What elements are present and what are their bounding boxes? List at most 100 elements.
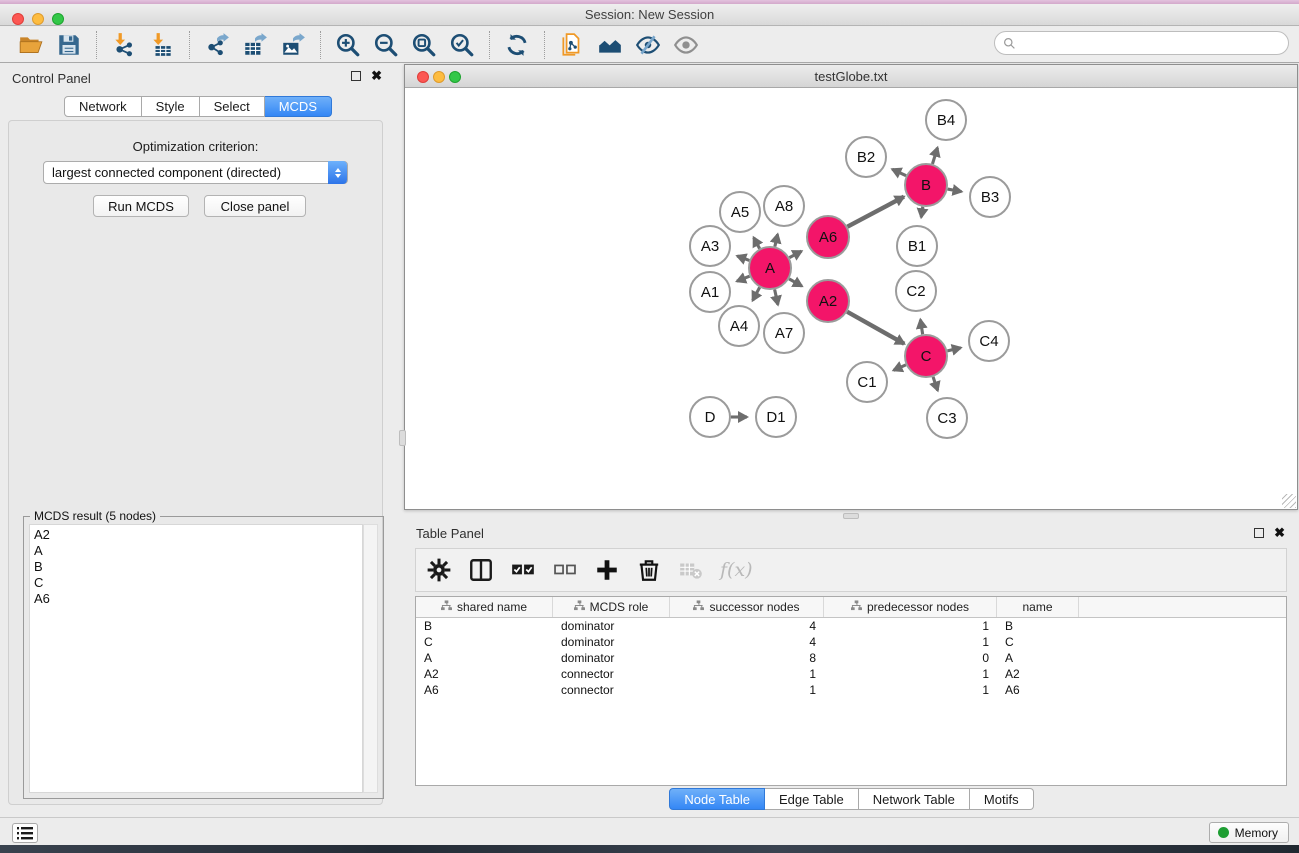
tab-network-table[interactable]: Network Table [859, 788, 970, 810]
node-table[interactable]: shared nameMCDS rolesuccessor nodesprede… [415, 596, 1287, 786]
hide-selected-icon[interactable] [633, 31, 663, 59]
mcds-result-scrollbar[interactable] [363, 524, 378, 793]
zoom-window-button[interactable] [52, 13, 64, 25]
table-row[interactable]: Adominator80A [416, 650, 1286, 666]
graph-edge-A2-C[interactable] [847, 312, 904, 344]
task-history-button[interactable] [12, 823, 38, 843]
net-zoom-button[interactable] [449, 71, 461, 83]
close-panel-icon[interactable]: ✖ [371, 71, 382, 81]
horizontal-splitter-grip[interactable] [843, 513, 859, 519]
tab-style[interactable]: Style [142, 96, 200, 117]
graph-edge-A6-B[interactable] [847, 197, 903, 227]
window-resize-grip[interactable] [1282, 494, 1296, 508]
settings-gear-icon[interactable] [426, 557, 452, 583]
add-column-icon[interactable] [594, 557, 620, 583]
zoom-selected-icon[interactable] [447, 31, 477, 59]
graph-edge-A-A2[interactable] [789, 279, 802, 286]
mcds-result-item[interactable]: A2 [34, 527, 358, 543]
net-close-button[interactable] [417, 71, 429, 83]
refresh-icon[interactable] [502, 31, 532, 59]
graph-edge-A-A4[interactable] [753, 287, 760, 300]
graph-edge-B-B3[interactable] [948, 189, 962, 192]
graph-node-A[interactable]: A [749, 247, 791, 289]
graph-edge-A-A6[interactable] [789, 251, 801, 257]
graph-edge-C-C2[interactable] [920, 320, 922, 335]
tab-mcds[interactable]: MCDS [265, 96, 332, 117]
tab-edge-table[interactable]: Edge Table [765, 788, 859, 810]
delete-column-icon[interactable] [636, 557, 662, 583]
graph-node-B1[interactable]: B1 [897, 226, 937, 266]
graph-edge-C-C3[interactable] [933, 377, 938, 391]
graph-node-C4[interactable]: C4 [969, 321, 1009, 361]
float-panel-icon[interactable] [1254, 528, 1264, 538]
close-panel-button[interactable]: Close panel [204, 195, 306, 217]
export-table-icon[interactable] [240, 31, 270, 59]
search-field[interactable] [994, 31, 1289, 55]
column-header-predecessor-nodes[interactable]: predecessor nodes [824, 597, 997, 617]
graph-edge-A-A8[interactable] [775, 234, 778, 246]
graph-node-B2[interactable]: B2 [846, 137, 886, 177]
tab-node-table[interactable]: Node Table [669, 788, 765, 810]
zoom-in-icon[interactable] [333, 31, 363, 59]
graph-edge-A-A3[interactable] [737, 256, 749, 260]
table-row[interactable]: Cdominator41C [416, 634, 1286, 650]
table-row[interactable]: Bdominator41B [416, 618, 1286, 634]
graph-edge-C-C1[interactable] [894, 365, 906, 370]
export-network-icon[interactable] [202, 31, 232, 59]
graph-edge-A-A7[interactable] [775, 290, 778, 305]
close-panel-icon[interactable]: ✖ [1274, 528, 1285, 538]
network-graph-canvas[interactable]: B4B2BB3A8A5A6A3B1AC2A1A2A4A7C4CC1C3DD1 [405, 88, 1297, 509]
column-header-successor-nodes[interactable]: successor nodes [670, 597, 824, 617]
float-panel-icon[interactable] [351, 71, 361, 81]
show-all-icon[interactable] [671, 31, 701, 59]
table-row[interactable]: A2connector11A2 [416, 666, 1286, 682]
first-neighbors-icon[interactable] [595, 31, 625, 59]
network-window-titlebar[interactable]: testGlobe.txt [405, 65, 1297, 88]
deselect-all-icon[interactable] [552, 557, 578, 583]
search-input[interactable] [1021, 36, 1288, 51]
select-all-icon[interactable] [510, 557, 536, 583]
graph-node-B3[interactable]: B3 [970, 177, 1010, 217]
table-row[interactable]: A6connector11A6 [416, 682, 1286, 698]
mcds-result-item[interactable]: B [34, 559, 358, 575]
vertical-splitter-grip[interactable] [399, 430, 406, 446]
graph-edge-A-A5[interactable] [754, 238, 760, 249]
zoom-fit-icon[interactable] [409, 31, 439, 59]
column-header-shared-name[interactable]: shared name [416, 597, 553, 617]
mcds-result-list[interactable]: A2ABCA6 [29, 524, 363, 793]
graph-node-C1[interactable]: C1 [847, 362, 887, 402]
graph-node-A1[interactable]: A1 [690, 272, 730, 312]
close-window-button[interactable] [12, 13, 24, 25]
zoom-out-icon[interactable] [371, 31, 401, 59]
graph-edge-B-B1[interactable] [921, 207, 923, 218]
graph-node-A2[interactable]: A2 [807, 280, 849, 322]
criterion-dropdown[interactable]: largest connected component (directed) [43, 161, 348, 184]
graph-edge-C-C4[interactable] [947, 348, 960, 351]
graph-node-B4[interactable]: B4 [926, 100, 966, 140]
column-header-name[interactable]: name [997, 597, 1079, 617]
import-table-icon[interactable] [147, 31, 177, 59]
graph-edge-B-B4[interactable] [932, 148, 937, 164]
memory-button[interactable]: Memory [1209, 822, 1289, 843]
graph-node-A3[interactable]: A3 [690, 226, 730, 266]
mcds-result-item[interactable]: A [34, 543, 358, 559]
graph-edge-A-A1[interactable] [737, 276, 750, 281]
tab-motifs[interactable]: Motifs [970, 788, 1034, 810]
graph-node-D1[interactable]: D1 [756, 397, 796, 437]
graph-edge-B-B2[interactable] [892, 169, 906, 175]
save-session-icon[interactable] [54, 31, 84, 59]
graph-node-A8[interactable]: A8 [764, 186, 804, 226]
graph-node-D[interactable]: D [690, 397, 730, 437]
mcds-result-item[interactable]: A6 [34, 591, 358, 607]
graph-node-A4[interactable]: A4 [719, 306, 759, 346]
net-minimize-button[interactable] [433, 71, 445, 83]
export-image-icon[interactable] [278, 31, 308, 59]
graph-node-C[interactable]: C [905, 335, 947, 377]
graph-node-A5[interactable]: A5 [720, 192, 760, 232]
graph-node-A6[interactable]: A6 [807, 216, 849, 258]
import-network-icon[interactable] [109, 31, 139, 59]
column-visibility-icon[interactable] [468, 557, 494, 583]
open-file-icon[interactable] [16, 31, 46, 59]
tab-network[interactable]: Network [64, 96, 142, 117]
new-network-from-selection-icon[interactable] [557, 31, 587, 59]
